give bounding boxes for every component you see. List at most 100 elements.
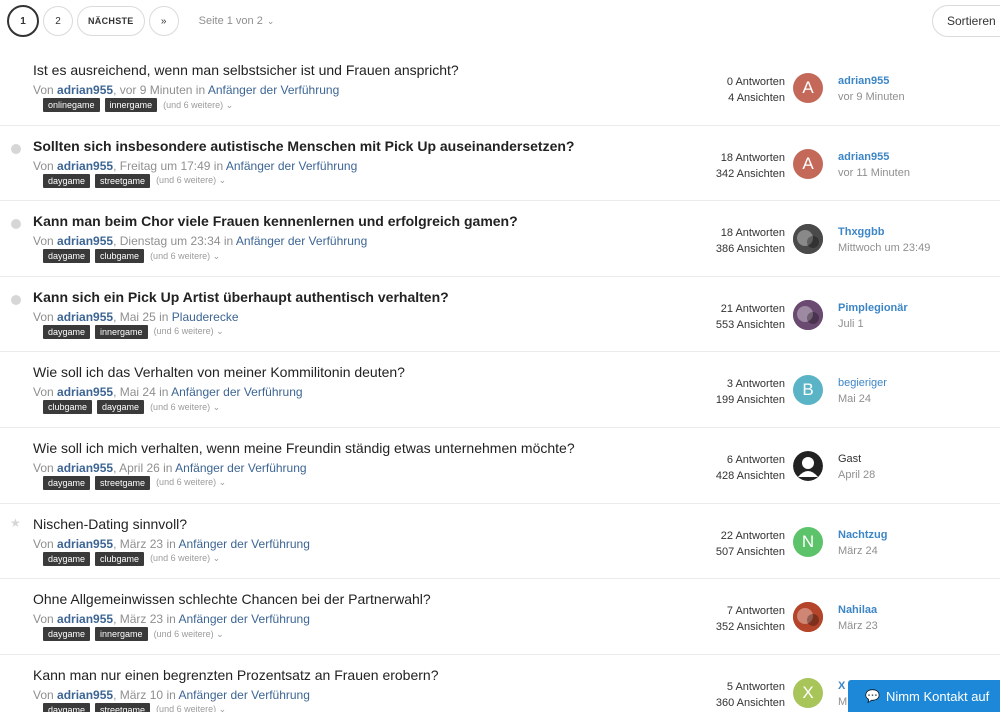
star-icon[interactable]: ★ — [10, 516, 21, 530]
topic-row[interactable]: Ist es ausreichend, wenn man selbstsiche… — [0, 50, 1000, 126]
more-tags-toggle[interactable]: (und 6 weitere) ⌄ — [156, 704, 226, 712]
more-tags-toggle[interactable]: (und 6 weitere) ⌄ — [150, 402, 220, 413]
tag-label[interactable]: daygame — [43, 551, 91, 566]
topic-title-link[interactable]: Ohne Allgemeinwissen schlechte Chancen b… — [33, 591, 431, 607]
last-poster-link[interactable]: adrian955 — [838, 73, 905, 89]
more-tags-toggle[interactable]: (und 6 weitere) ⌄ — [154, 326, 224, 337]
forum-link[interactable]: Anfänger der Verführung — [175, 461, 306, 475]
topic-row[interactable]: Wie soll ich das Verhalten von meiner Ko… — [0, 352, 1000, 428]
tag-label[interactable]: daygame — [43, 702, 91, 712]
tag-label[interactable]: daygame — [43, 475, 91, 490]
tag-label[interactable]: innergame — [104, 98, 158, 112]
forum-link[interactable]: Anfänger der Verführung — [171, 385, 302, 399]
last-post-time[interactable]: vor 11 Minuten — [838, 165, 910, 181]
last-poster-link[interactable]: Nachtzug — [838, 527, 888, 543]
topic-meta: Von adrian955, Freitag um 17:49 in Anfän… — [33, 159, 357, 173]
forum-link[interactable]: Anfänger der Verführung — [226, 159, 357, 173]
contact-button[interactable]: 💬 Nimm Kontakt auf — [848, 680, 1000, 712]
tag-label[interactable]: daygame — [43, 324, 91, 339]
sort-button[interactable]: Sortieren — [932, 5, 1000, 37]
topic-row[interactable]: Wie soll ich mich verhalten, wenn meine … — [0, 428, 1000, 504]
topic-meta: Von adrian955, März 23 in Anfänger der V… — [33, 537, 310, 551]
topic-row[interactable]: Ohne Allgemeinwissen schlechte Chancen b… — [0, 579, 1000, 655]
tag-label[interactable]: streetgame — [95, 173, 151, 188]
topic-title-link[interactable]: Sollten sich insbesondere autistische Me… — [33, 138, 575, 154]
more-tags-toggle[interactable]: (und 6 weitere) ⌄ — [150, 553, 220, 564]
tag-label[interactable]: streetgame — [95, 475, 151, 490]
forum-link[interactable]: Anfänger der Verführung — [178, 537, 309, 551]
topic-row[interactable]: Sollten sich insbesondere autistische Me… — [0, 126, 1000, 202]
author-link[interactable]: adrian955 — [57, 612, 113, 626]
forum-link[interactable]: Anfänger der Verführung — [208, 83, 339, 97]
topic-title-link[interactable]: Kann man nur einen begrenzten Prozentsat… — [33, 667, 439, 683]
topic-row[interactable]: ★ Nischen-Dating sinnvoll? Von adrian955… — [0, 504, 1000, 580]
page-jump-dropdown[interactable]: Seite 1 von 2 ⌄ — [199, 15, 275, 27]
last-post-time[interactable]: Juli 1 — [838, 316, 908, 332]
author-link[interactable]: adrian955 — [57, 234, 113, 248]
last-post-info: X M — [838, 678, 847, 710]
tag-label[interactable]: clubgame — [95, 249, 145, 264]
last-post-time[interactable]: Mittwoch um 23:49 — [838, 240, 930, 256]
tag-label[interactable]: daygame — [43, 249, 91, 264]
more-tags-toggle[interactable]: (und 6 weitere) ⌄ — [154, 629, 224, 640]
last-post-time[interactable]: Mai 24 — [838, 391, 887, 407]
author-link[interactable]: adrian955 — [57, 83, 113, 97]
page-2-button[interactable]: 2 — [43, 6, 73, 36]
last-poster-link[interactable]: Nahilaa — [838, 602, 878, 618]
topic-row[interactable]: Kann man beim Chor viele Frauen kennenle… — [0, 201, 1000, 277]
topic-title-link[interactable]: Nischen-Dating sinnvoll? — [33, 516, 187, 532]
more-tags-toggle[interactable]: (und 6 weitere) ⌄ — [156, 175, 226, 186]
last-post-time[interactable]: vor 9 Minuten — [838, 89, 905, 105]
topic-row[interactable]: Kann sich ein Pick Up Artist überhaupt a… — [0, 277, 1000, 353]
author-link[interactable]: adrian955 — [57, 385, 113, 399]
tag-label[interactable]: innergame — [95, 627, 148, 642]
photo-avatar-icon[interactable] — [793, 299, 823, 330]
page-1-button[interactable]: 1 — [7, 5, 39, 37]
author-link[interactable]: adrian955 — [57, 159, 113, 173]
last-poster-link[interactable]: Thxggbb — [838, 224, 930, 240]
photo-avatar-icon[interactable] — [793, 602, 823, 633]
tag-label[interactable]: innergame — [95, 324, 148, 339]
letter-avatar-icon[interactable]: N — [793, 526, 823, 557]
last-post-time[interactable]: M — [838, 694, 847, 710]
last-poster-link[interactable]: adrian955 — [838, 149, 910, 165]
tag-label[interactable]: clubgame — [43, 400, 93, 415]
last-poster-link[interactable]: Gast — [838, 451, 875, 467]
photo-avatar-icon[interactable] — [793, 224, 823, 255]
last-post-time[interactable]: März 23 — [838, 618, 878, 634]
forum-link[interactable]: Anfänger der Verführung — [178, 688, 309, 702]
topic-title-link[interactable]: Kann sich ein Pick Up Artist überhaupt a… — [33, 289, 449, 305]
author-link[interactable]: adrian955 — [57, 688, 113, 702]
topic-title-link[interactable]: Wie soll ich das Verhalten von meiner Ko… — [33, 364, 405, 380]
author-link[interactable]: adrian955 — [57, 310, 113, 324]
author-link[interactable]: adrian955 — [57, 537, 113, 551]
last-poster-link[interactable]: begieriger — [838, 375, 887, 391]
tag-label[interactable]: streetgame — [95, 702, 151, 712]
letter-avatar-icon[interactable]: A — [793, 148, 823, 179]
last-poster-link[interactable]: X — [838, 678, 847, 694]
last-poster-link[interactable]: Pimplegionär — [838, 300, 908, 316]
forum-link[interactable]: Anfänger der Verführung — [178, 612, 309, 626]
tag-label[interactable]: daygame — [43, 627, 91, 642]
author-link[interactable]: adrian955 — [57, 461, 113, 475]
more-tags-toggle[interactable]: (und 6 weitere) ⌄ — [163, 100, 233, 111]
topic-title-link[interactable]: Wie soll ich mich verhalten, wenn meine … — [33, 440, 575, 456]
forum-link[interactable]: Anfänger der Verführung — [236, 234, 367, 248]
guest-avatar-icon[interactable] — [793, 450, 823, 481]
last-post-time[interactable]: März 24 — [838, 543, 888, 559]
tag-label[interactable]: onlinegame — [43, 98, 100, 112]
tag-label[interactable]: daygame — [43, 173, 91, 188]
tag-label[interactable]: daygame — [97, 400, 145, 415]
last-page-button[interactable]: » — [148, 6, 179, 36]
letter-avatar-icon[interactable]: A — [793, 73, 823, 103]
more-tags-toggle[interactable]: (und 6 weitere) ⌄ — [150, 251, 220, 262]
letter-avatar-icon[interactable]: B — [793, 375, 823, 406]
tag-label[interactable]: clubgame — [95, 551, 145, 566]
more-tags-toggle[interactable]: (und 6 weitere) ⌄ — [156, 477, 226, 488]
topic-title-link[interactable]: Kann man beim Chor viele Frauen kennenle… — [33, 213, 518, 229]
last-post-time[interactable]: April 28 — [838, 467, 875, 483]
forum-link[interactable]: Plauderecke — [172, 310, 239, 324]
next-page-button[interactable]: NÄCHSTE — [77, 6, 145, 36]
topic-title-link[interactable]: Ist es ausreichend, wenn man selbstsiche… — [33, 62, 459, 78]
letter-avatar-icon[interactable]: X — [793, 677, 823, 708]
